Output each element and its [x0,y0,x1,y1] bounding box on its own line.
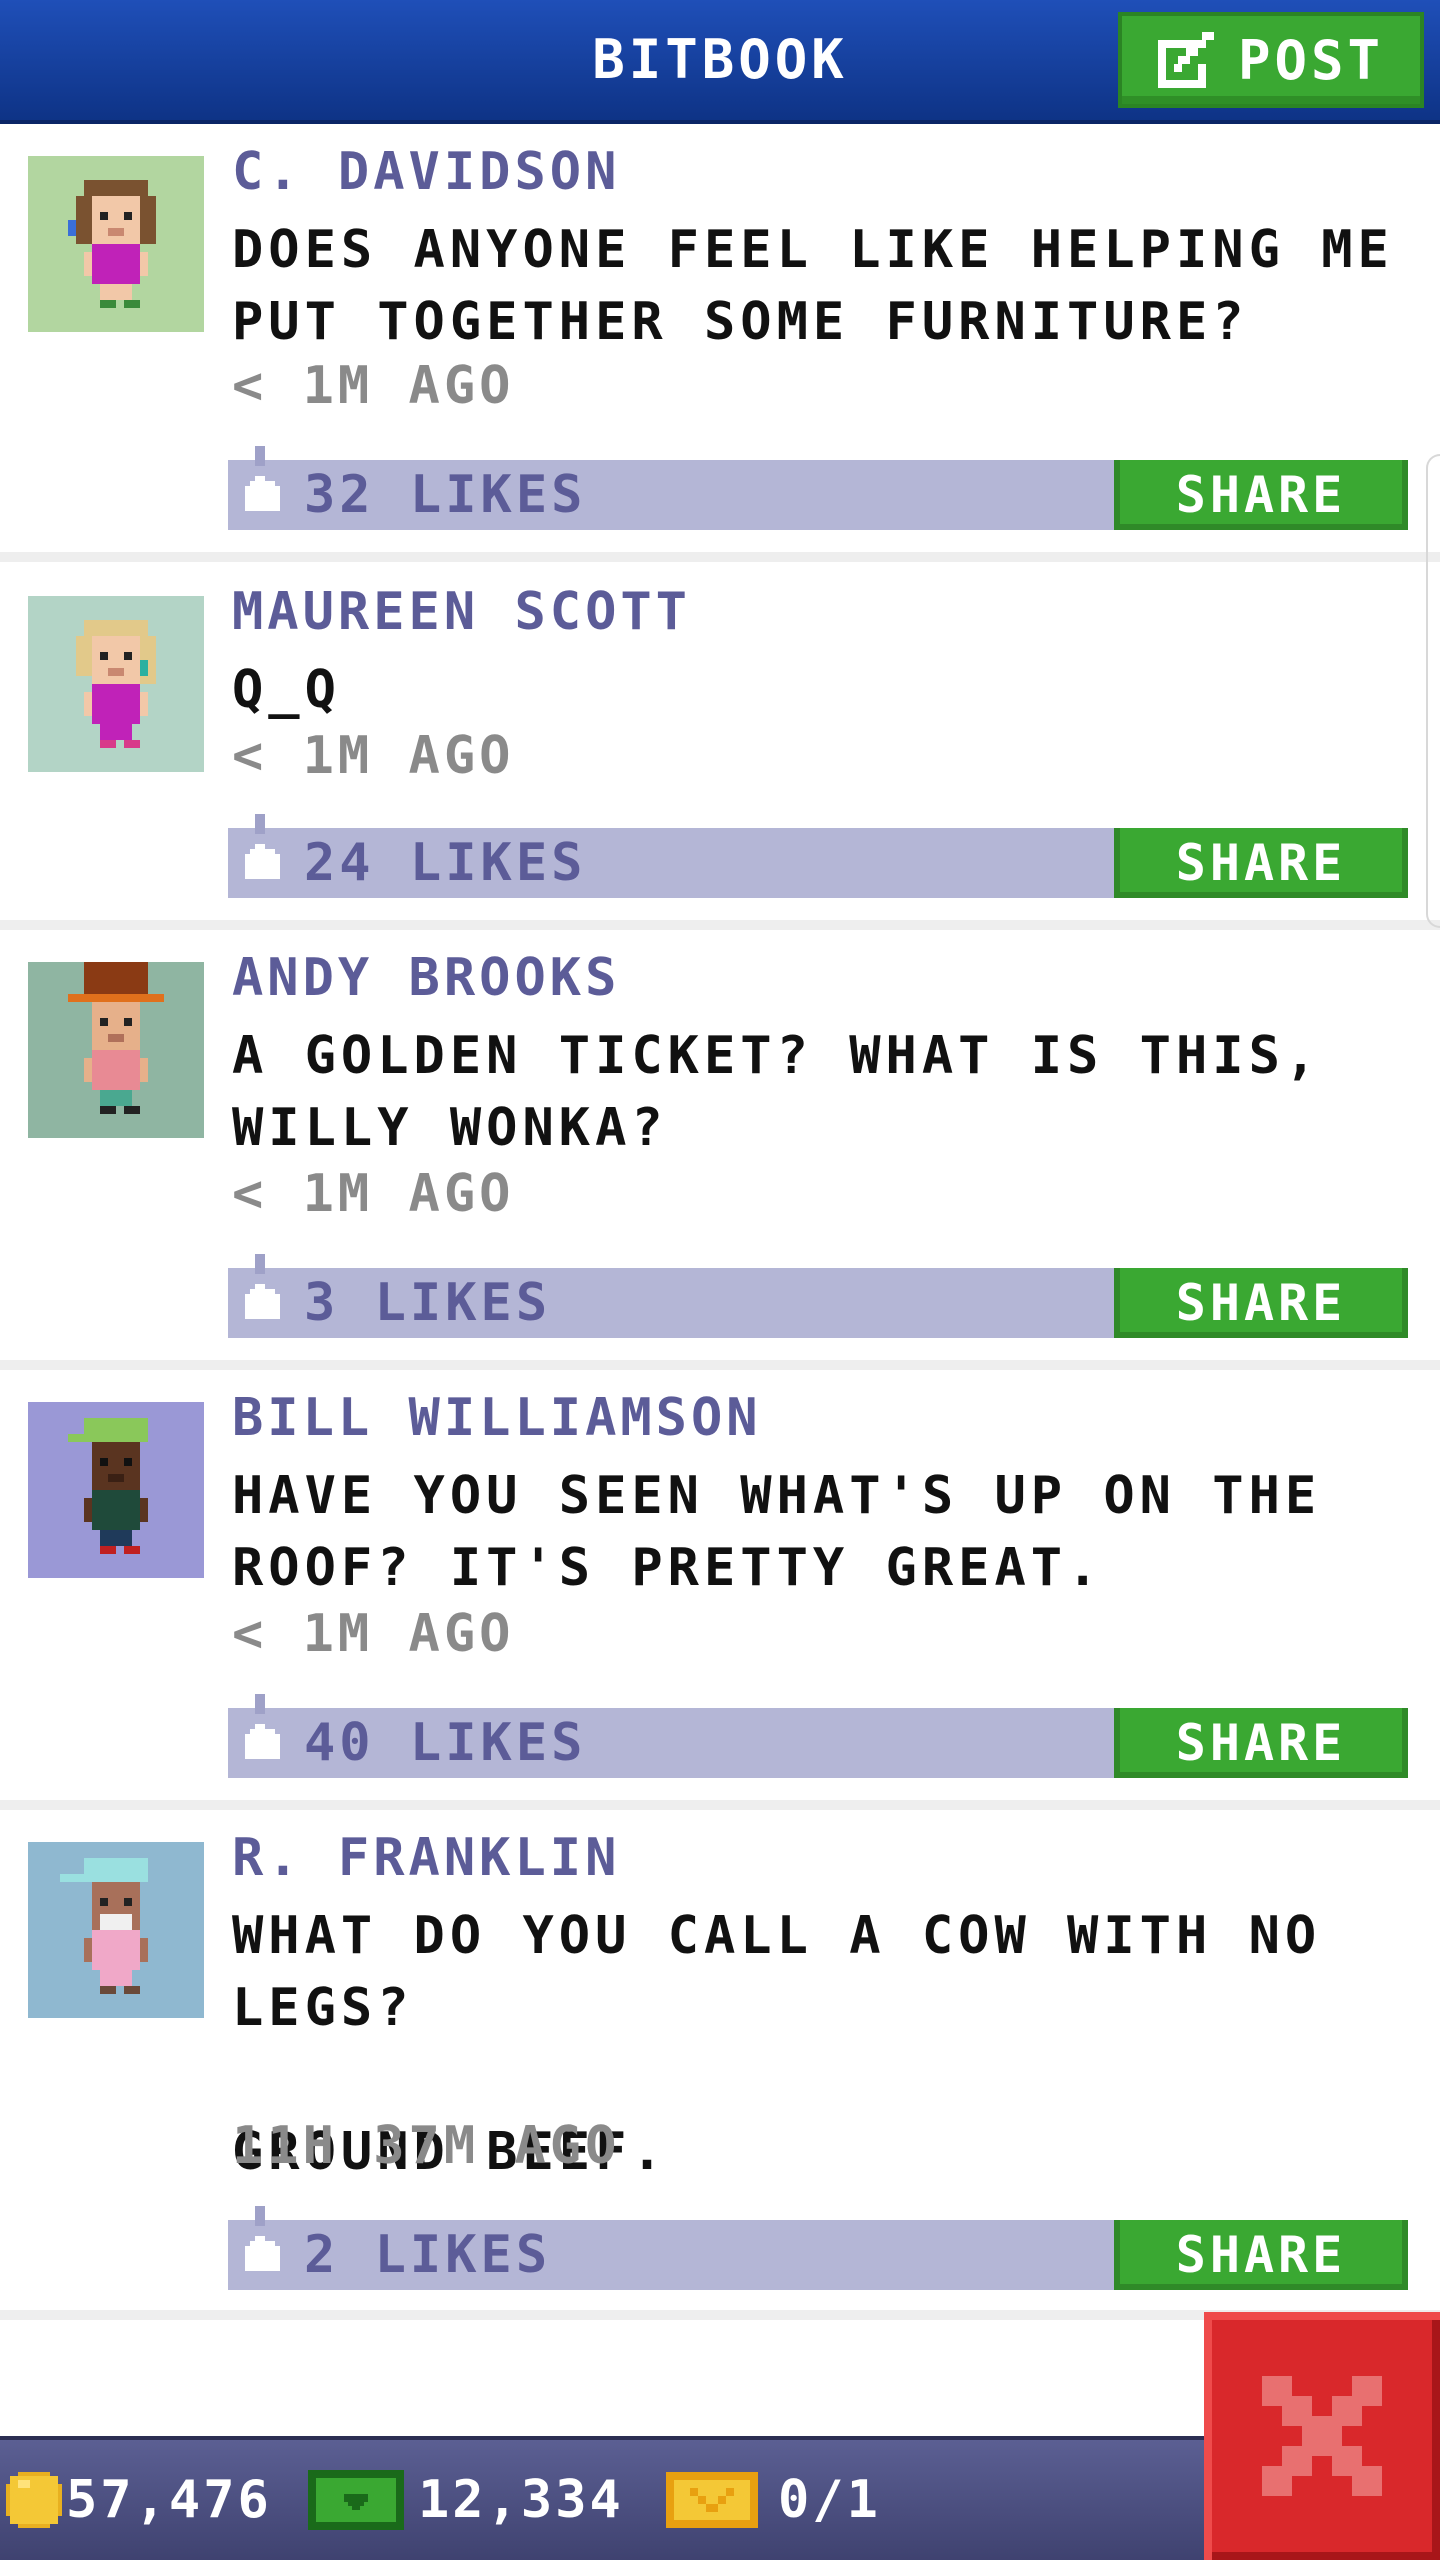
post-divider [0,1800,1440,1810]
feed-post: C. DAVIDSON DOES ANYONE FEEL LIKE HELPIN… [0,124,1440,562]
bux-icon [308,2470,404,2530]
post-time: < 1M AGO [232,1604,515,1664]
post-time: < 1M AGO [232,1164,515,1224]
coin-icon [6,2472,62,2528]
avatar [28,156,204,332]
like-bar[interactable]: 40 LIKES SHARE [228,1694,1408,1778]
post-time: < 1M AGO [232,356,515,416]
coins-value: 57,476 [66,2470,272,2530]
thumbs-up-icon [240,2206,290,2286]
post-author[interactable]: C. DAVIDSON [232,142,620,202]
scroll-indicator[interactable] [1426,454,1440,928]
avatar [28,962,204,1138]
close-button[interactable] [1204,2312,1440,2560]
post-author[interactable]: ANDY BROOKS [232,948,620,1008]
feed-post: BILL WILLIAMSON HAVE YOU SEEN WHAT'S UP … [0,1370,1440,1810]
post-author[interactable]: MAUREEN SCOTT [232,582,691,642]
share-button[interactable]: SHARE [1114,2220,1408,2290]
post-message: Q_Q [232,660,341,720]
post-button[interactable]: POST [1118,12,1424,108]
tickets-value: 0/1 [778,2470,881,2530]
like-count: 3 LIKES [304,1273,552,1333]
like-bar[interactable]: 32 LIKES SHARE [228,446,1408,530]
post-time: 11H 37M AGO [232,2116,621,2176]
close-icon [1262,2376,1382,2496]
bux-stat[interactable]: 12,334 [308,2440,624,2560]
tickets-stat[interactable]: 0/1 [666,2440,881,2560]
thumbs-up-icon [240,446,290,526]
post-author[interactable]: BILL WILLIAMSON [232,1388,762,1448]
thumbs-up-icon [240,814,290,894]
ticket-icon [666,2472,758,2528]
news-feed[interactable]: C. DAVIDSON DOES ANYONE FEEL LIKE HELPIN… [0,124,1440,2436]
app-header: BITBOOK POST [0,0,1440,124]
thumbs-up-icon [240,1694,290,1774]
feed-post: R. FRANKLIN WHAT DO YOU CALL A COW WITH … [0,1810,1440,2396]
post-author[interactable]: R. FRANKLIN [232,1828,620,1888]
avatar [28,1842,204,2018]
thumbs-up-icon [240,1254,290,1334]
like-count: 32 LIKES [304,465,587,525]
like-count: 40 LIKES [304,1713,587,1773]
like-count: 2 LIKES [304,2225,552,2285]
like-bar[interactable]: 2 LIKES SHARE [228,2206,1408,2290]
share-button[interactable]: SHARE [1114,460,1408,530]
post-time: < 1M AGO [232,726,515,786]
share-button[interactable]: SHARE [1114,1268,1408,1338]
post-message: DOES ANYONE FEEL LIKE HELPING ME PUT TOG… [232,220,1431,352]
like-bar[interactable]: 24 LIKES SHARE [228,814,1408,898]
edit-icon [1157,32,1214,88]
post-message: HAVE YOU SEEN WHAT'S UP ON THE ROOF? IT'… [232,1466,1358,1598]
feed-post: MAUREEN SCOTT Q_Q < 1M AGO 24 LIKES SHAR… [0,562,1440,930]
like-bar[interactable]: 3 LIKES SHARE [228,1254,1408,1338]
avatar [28,596,204,772]
feed-post: ANDY BROOKS A GOLDEN TICKET? WHAT IS THI… [0,930,1440,1370]
like-count: 24 LIKES [304,833,587,893]
bux-value: 12,334 [418,2470,624,2530]
share-button[interactable]: SHARE [1114,1708,1408,1778]
post-divider [0,552,1440,562]
share-button[interactable]: SHARE [1114,828,1408,898]
post-divider [0,1360,1440,1370]
post-message: A GOLDEN TICKET? WHAT IS THIS, WILLY WON… [232,1026,1358,1158]
coins-stat[interactable]: 57,476 [6,2440,272,2560]
avatar [28,1402,204,1578]
post-divider [0,920,1440,930]
post-button-label: POST [1237,28,1385,92]
